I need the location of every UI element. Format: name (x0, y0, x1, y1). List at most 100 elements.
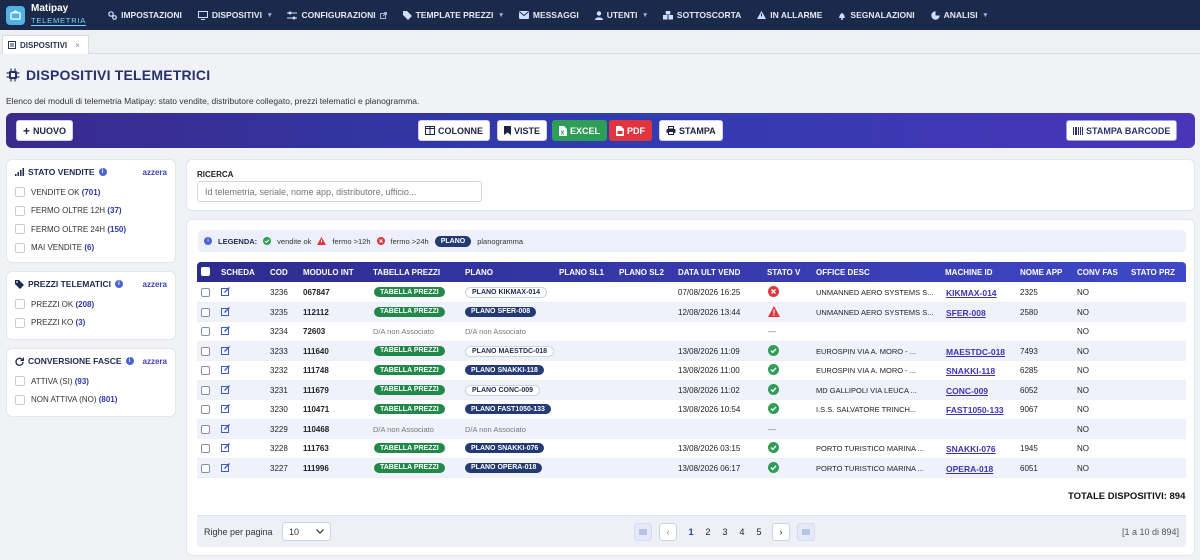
nav-item-segnalazioni[interactable]: SEGNALAZIONI (830, 0, 922, 30)
filter-option[interactable]: MAI VENDITE (6) (7, 239, 175, 258)
page-5-button[interactable]: 5 (752, 523, 766, 541)
machine-id-link[interactable]: SNAKKI-118 (946, 366, 995, 376)
plano-badge[interactable]: PLANO FAST1050-133 (465, 404, 551, 414)
column-header-plano-sl2[interactable]: PLANO SL2 (619, 268, 664, 277)
tabella-prezzi-badge[interactable]: TABELLA PREZZI (374, 287, 445, 297)
table-row[interactable]: 3229 110468 D/A non Associato D/A non Assoc… (197, 419, 1186, 439)
reset-link-bands[interactable]: azzera (143, 357, 167, 366)
filter-option[interactable]: PREZZI KO (3) (7, 314, 175, 333)
filter-option[interactable]: NON ATTIVA (NO) (801) (7, 391, 175, 410)
row-checkbox[interactable] (201, 385, 210, 395)
row-checkbox[interactable] (201, 366, 210, 375)
edit-icon[interactable] (221, 345, 230, 355)
tabella-prezzi-badge[interactable]: TABELLA PREZZI (374, 365, 445, 375)
tab-dispositivi[interactable]: DISPOSITIVI × (2, 35, 89, 54)
page-1-button[interactable]: 1 (684, 523, 698, 541)
filter-option[interactable]: PREZZI OK (208) (7, 295, 175, 314)
filter-checkbox[interactable] (15, 394, 25, 405)
filter-checkbox[interactable] (15, 205, 25, 216)
column-header-stato-prz[interactable]: STATO PRZ (1131, 268, 1175, 277)
reset-link-sales[interactable]: azzera (143, 168, 167, 177)
filter-checkbox[interactable] (15, 299, 25, 310)
column-header-data-ult-vend[interactable]: DATA ULT VEND (678, 268, 740, 277)
next-page-button[interactable]: › (772, 523, 790, 541)
last-page-button[interactable] (797, 523, 815, 541)
machine-id-link[interactable]: FAST1050-133 (946, 405, 1004, 415)
print-button[interactable]: STAMPA (659, 120, 723, 141)
column-header-plano[interactable]: PLANO (465, 268, 493, 277)
row-checkbox[interactable] (201, 307, 210, 317)
table-row[interactable]: 3230 110471 TABELLA PREZZI PLANO FAST1050-1… (197, 400, 1186, 420)
plano-badge[interactable]: PLANO SNAKKI-118 (465, 365, 544, 375)
filter-checkbox[interactable] (15, 242, 25, 253)
reset-link-prices[interactable]: azzera (143, 280, 167, 289)
filter-checkbox[interactable] (15, 224, 25, 235)
info-icon[interactable]: i (125, 357, 134, 365)
nav-item-messaggi[interactable]: MESSAGGI (511, 0, 587, 30)
row-checkbox[interactable] (201, 288, 210, 297)
nav-item-dispositivi[interactable]: DISPOSITIVI ▾ (190, 0, 280, 30)
row-checkbox[interactable] (201, 424, 210, 434)
columns-button[interactable]: COLONNE (418, 120, 490, 141)
nav-item-impostazioni[interactable]: IMPOSTAZIONI (100, 0, 190, 30)
edit-icon[interactable] (221, 384, 230, 394)
views-button[interactable]: VISTE (497, 120, 548, 141)
nav-item-utenti[interactable]: UTENTI ▾ (587, 0, 655, 30)
filter-option[interactable]: VENDITE OK (701) (7, 183, 175, 202)
tabella-prezzi-badge[interactable]: TABELLA PREZZI (374, 306, 445, 317)
machine-id-link[interactable]: CONC-009 (946, 386, 988, 396)
column-header-conv-fas[interactable]: CONV FAS (1077, 268, 1118, 277)
rows-per-page-select[interactable]: 10 (282, 522, 331, 541)
filter-checkbox[interactable] (15, 317, 25, 328)
row-checkbox[interactable] (201, 405, 210, 414)
machine-id-link[interactable]: SFER-008 (946, 308, 986, 318)
column-header-cod[interactable]: COD (270, 268, 288, 277)
machine-id-link[interactable]: KIKMAX-014 (946, 288, 997, 298)
plano-badge[interactable]: PLANO OPERA-018 (465, 462, 543, 473)
filter-option[interactable]: FERMO OLTRE 12H (37) (7, 202, 175, 221)
row-checkbox[interactable] (201, 346, 210, 356)
table-row[interactable]: 3228 111763 TABELLA PREZZI PLANO SNAKKI-076… (197, 439, 1186, 459)
edit-icon[interactable] (221, 443, 230, 452)
edit-icon[interactable] (221, 365, 230, 374)
plano-badge[interactable]: PLANO KIKMAX-014 (465, 287, 548, 298)
column-header-machine-id[interactable]: MACHINE ID (945, 268, 993, 277)
column-header-stato-v[interactable]: STATO V (767, 268, 800, 277)
column-header-office-desc[interactable]: OFFICE DESC (816, 268, 870, 277)
table-row[interactable]: 3235 112112 TABELLA PREZZI PLANO SFER-008 12… (197, 302, 1186, 322)
nav-item-configurazioni[interactable]: CONFIGURAZIONI (279, 0, 394, 30)
edit-icon[interactable] (221, 306, 230, 316)
table-row[interactable]: 3234 72603 D/A non Associato D/A non Associ… (197, 322, 1186, 342)
filter-option[interactable]: ATTIVA (SI) (93) (7, 372, 175, 391)
table-row[interactable]: 3233 111640 TABELLA PREZZI PLANO MAESTDC-01… (197, 341, 1186, 361)
machine-id-link[interactable]: SNAKKI-076 (946, 444, 996, 454)
filter-checkbox[interactable] (15, 376, 25, 387)
table-row[interactable]: 3236 067847 TABELLA PREZZI PLANO KIKMAX-014… (197, 283, 1186, 303)
first-page-button[interactable] (634, 523, 652, 541)
plano-badge[interactable]: PLANO SFER-008 (465, 306, 537, 317)
row-checkbox[interactable] (201, 463, 210, 473)
column-header-scheda[interactable]: SCHEDA (221, 268, 255, 277)
column-header-nome-app[interactable]: NOME APP (1020, 268, 1062, 277)
prev-page-button[interactable]: ‹ (659, 523, 677, 541)
edit-icon[interactable] (221, 287, 230, 296)
pdf-button[interactable]: PDF (609, 120, 652, 141)
plano-badge[interactable]: PLANO MAESTDC-018 (465, 345, 555, 357)
tabella-prezzi-badge[interactable]: TABELLA PREZZI (374, 345, 445, 356)
filter-checkbox[interactable] (15, 187, 25, 198)
filter-option[interactable]: FERMO OLTRE 24H (150) (7, 220, 175, 239)
tabella-prezzi-badge[interactable]: TABELLA PREZZI (374, 404, 445, 414)
table-row[interactable]: 3231 111679 TABELLA PREZZI PLANO CONC-009 13… (197, 380, 1186, 400)
column-header-modulo-int[interactable]: MODULO INT (303, 268, 354, 277)
tabella-prezzi-badge[interactable]: TABELLA PREZZI (374, 462, 445, 473)
page-3-button[interactable]: 3 (718, 523, 732, 541)
close-icon[interactable]: × (75, 41, 80, 50)
row-checkbox[interactable] (201, 327, 210, 336)
nav-item-in-allarme[interactable]: IN ALLARME (749, 0, 830, 30)
page-4-button[interactable]: 4 (735, 523, 749, 541)
info-icon[interactable]: i (114, 280, 123, 288)
edit-icon[interactable] (221, 404, 230, 413)
brand[interactable]: Matipay TELEMETRIA (6, 0, 100, 30)
column-header-tabella-prezzi[interactable]: TABELLA PREZZI (373, 268, 440, 277)
excel-button[interactable]: X EXCEL (552, 120, 608, 141)
